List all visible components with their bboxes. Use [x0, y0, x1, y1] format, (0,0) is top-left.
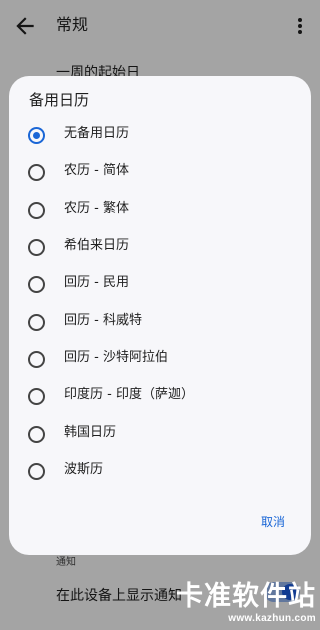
option-chinese-simplified[interactable]: 农历 - 简体 — [9, 153, 311, 190]
option-label: 韩国日历 — [64, 425, 117, 440]
radio-unselected-icon[interactable] — [28, 276, 45, 293]
option-label: 回历 - 科威特 — [64, 313, 142, 328]
option-label: 农历 - 繁体 — [64, 201, 129, 216]
radio-unselected-icon[interactable] — [28, 426, 45, 443]
option-hijri-civil[interactable]: 回历 - 民用 — [9, 265, 311, 302]
radio-unselected-icon[interactable] — [28, 388, 45, 405]
alternate-calendar-dialog: 备用日历 无备用日历 农历 - 简体 农历 - 繁体 希伯来日历 回历 - 民用… — [9, 76, 311, 555]
option-hijri-kuwait[interactable]: 回历 - 科威特 — [9, 303, 311, 340]
radio-unselected-icon[interactable] — [28, 202, 45, 219]
option-label: 农历 - 简体 — [64, 163, 129, 178]
watermark-url: www.kazhun.com — [228, 613, 316, 624]
option-hebrew[interactable]: 希伯来日历 — [9, 228, 311, 265]
option-label: 回历 - 民用 — [64, 275, 129, 290]
option-korean[interactable]: 韩国日历 — [9, 415, 311, 452]
option-label: 回历 - 沙特阿拉伯 — [64, 350, 168, 365]
radio-unselected-icon[interactable] — [28, 463, 45, 480]
option-label: 波斯历 — [64, 462, 104, 477]
option-hijri-saudi[interactable]: 回历 - 沙特阿拉伯 — [9, 340, 311, 377]
dialog-title: 备用日历 — [29, 91, 90, 109]
option-label: 印度历 - 印度（萨迦） — [64, 387, 194, 402]
radio-unselected-icon[interactable] — [28, 239, 45, 256]
option-none[interactable]: 无备用日历 — [9, 116, 311, 153]
option-persian[interactable]: 波斯历 — [9, 452, 311, 489]
watermark: 卡准软件站 www.kazhun.com — [176, 581, 316, 624]
radio-selected-icon[interactable] — [28, 127, 45, 144]
radio-unselected-icon[interactable] — [28, 314, 45, 331]
option-indian-saka[interactable]: 印度历 - 印度（萨迦） — [9, 377, 311, 414]
radio-unselected-icon[interactable] — [28, 351, 45, 368]
cancel-button[interactable]: 取消 — [255, 511, 291, 533]
option-chinese-traditional[interactable]: 农历 - 繁体 — [9, 191, 311, 228]
watermark-logo: 卡准软件站 — [176, 581, 316, 612]
option-label: 希伯来日历 — [64, 238, 130, 253]
radio-unselected-icon[interactable] — [28, 164, 45, 181]
option-label: 无备用日历 — [64, 126, 130, 141]
